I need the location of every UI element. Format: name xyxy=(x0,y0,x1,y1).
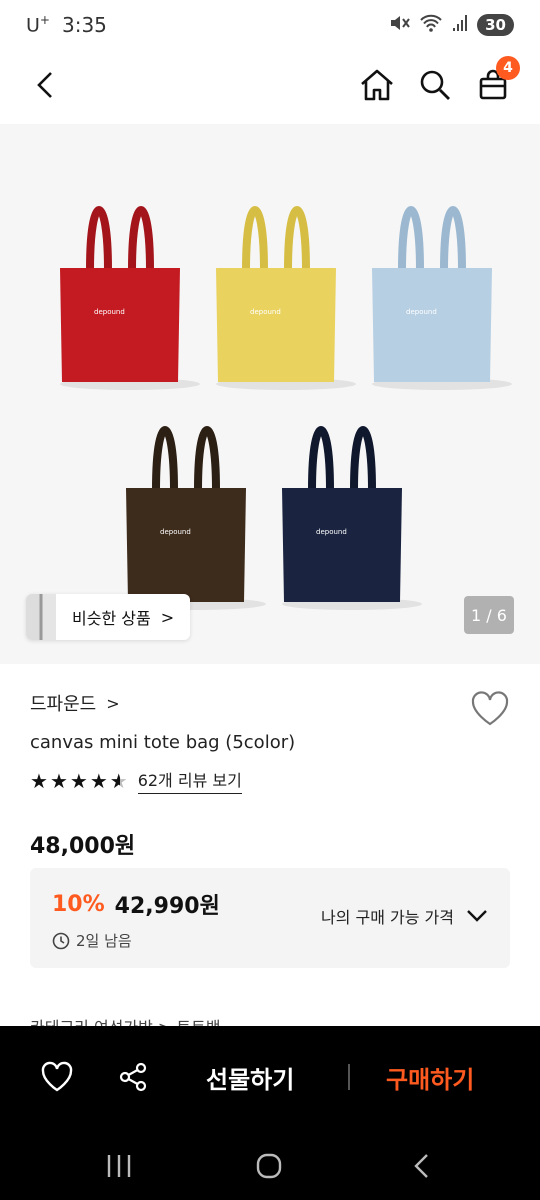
back-button[interactable] xyxy=(22,62,68,108)
product-name: canvas mini tote bag (5color) xyxy=(30,732,296,753)
clock: 3:35 xyxy=(61,13,107,37)
wishlist-button[interactable] xyxy=(470,690,510,730)
system-nav-bar xyxy=(0,1130,540,1200)
home-button[interactable] xyxy=(354,62,400,108)
brand-link[interactable]: 드파운드 > xyxy=(30,690,510,716)
review-link[interactable]: 62개 리뷰 보기 xyxy=(137,767,242,794)
back-chevron-icon xyxy=(414,1154,428,1178)
chevron-right-icon: > xyxy=(160,607,175,627)
search-icon xyxy=(420,70,450,100)
original-price: 48,000원 xyxy=(30,834,136,859)
chevron-right-icon: > xyxy=(106,693,120,713)
remaining-time: 2일 남음 xyxy=(76,932,132,950)
tote-bag-1: depound xyxy=(60,206,200,390)
star-icon: ★ xyxy=(30,768,48,793)
clock-icon xyxy=(52,932,70,949)
my-price-toggle[interactable]: 나의 구매 가능 가격 xyxy=(321,904,488,928)
top-nav: 4 xyxy=(0,50,540,122)
home-icon xyxy=(361,69,393,101)
cart-count-badge: 4 xyxy=(496,56,520,80)
product-image: depound depound depound depound depound xyxy=(60,206,512,610)
divider xyxy=(348,1064,350,1090)
similar-products-button[interactable]: 비슷한 상품 > xyxy=(26,594,191,640)
tote-bag-3: depound xyxy=(372,206,512,390)
svg-text:depound: depound xyxy=(316,528,347,536)
my-price-label: 나의 구매 가능 가격 xyxy=(320,908,454,927)
bottom-action-bar: 선물하기 구매하기 xyxy=(0,1026,540,1130)
share-button[interactable] xyxy=(106,1050,160,1104)
tote-bag-2: depound xyxy=(216,206,356,390)
product-info: 드파운드 > canvas mini tote bag (5color) ★ ★… xyxy=(30,690,510,860)
back-arrow-icon xyxy=(37,72,52,98)
mute-icon xyxy=(389,13,411,38)
carrier: U+ xyxy=(26,13,50,37)
battery-indicator: 30 xyxy=(477,14,514,36)
share-icon xyxy=(119,1062,147,1092)
image-page-indicator: 1 / 6 xyxy=(464,596,514,634)
star-icon: ★ xyxy=(89,768,108,793)
brand-name: 드파운드 xyxy=(30,694,97,715)
heart-icon xyxy=(471,691,509,726)
star-icon: ★ xyxy=(49,768,68,793)
heart-icon xyxy=(41,1061,73,1092)
svg-text:depound: depound xyxy=(406,308,437,316)
chevron-down-icon xyxy=(467,910,487,922)
wifi-icon xyxy=(419,13,443,38)
similar-thumbnail xyxy=(26,594,56,640)
tote-bag-5: depound xyxy=(282,426,422,610)
star-icon: ★ xyxy=(69,768,88,793)
svg-text:depound: depound xyxy=(94,308,125,316)
product-image-gallery[interactable]: depound depound depound depound depound 비슷한 … xyxy=(0,124,540,664)
back-system-button[interactable] xyxy=(396,1144,446,1188)
search-button[interactable] xyxy=(412,62,458,108)
promo-price-box[interactable]: 10% 42,990원 2일 남음 나의 구매 가능 가격 xyxy=(30,868,510,968)
status-bar: U+ 3:35 30 xyxy=(0,0,540,50)
gift-button[interactable]: 선물하기 xyxy=(206,1060,294,1095)
star-rating: ★ ★ ★ ★ ★ xyxy=(30,769,128,793)
tote-bag-4: depound xyxy=(126,426,266,610)
signal-icon xyxy=(451,13,469,38)
buy-button[interactable]: 구매하기 xyxy=(386,1060,474,1095)
sale-price: 42,990원 xyxy=(114,894,220,919)
home-system-button[interactable] xyxy=(244,1144,294,1188)
rating-row: ★ ★ ★ ★ ★ 62개 리뷰 보기 xyxy=(30,767,510,794)
svg-text:depound: depound xyxy=(250,308,281,316)
home-circle-icon xyxy=(256,1153,282,1179)
wishlist-bottom-button[interactable] xyxy=(30,1050,84,1104)
half-star-icon: ★ xyxy=(109,768,128,793)
cart-button[interactable]: 4 xyxy=(470,56,520,108)
svg-text:depound: depound xyxy=(160,528,191,536)
discount-rate: 10% xyxy=(52,891,105,917)
similar-products-label: 비슷한 상품 xyxy=(72,609,151,628)
recent-apps-icon xyxy=(107,1155,131,1177)
recent-apps-button[interactable] xyxy=(94,1144,144,1188)
